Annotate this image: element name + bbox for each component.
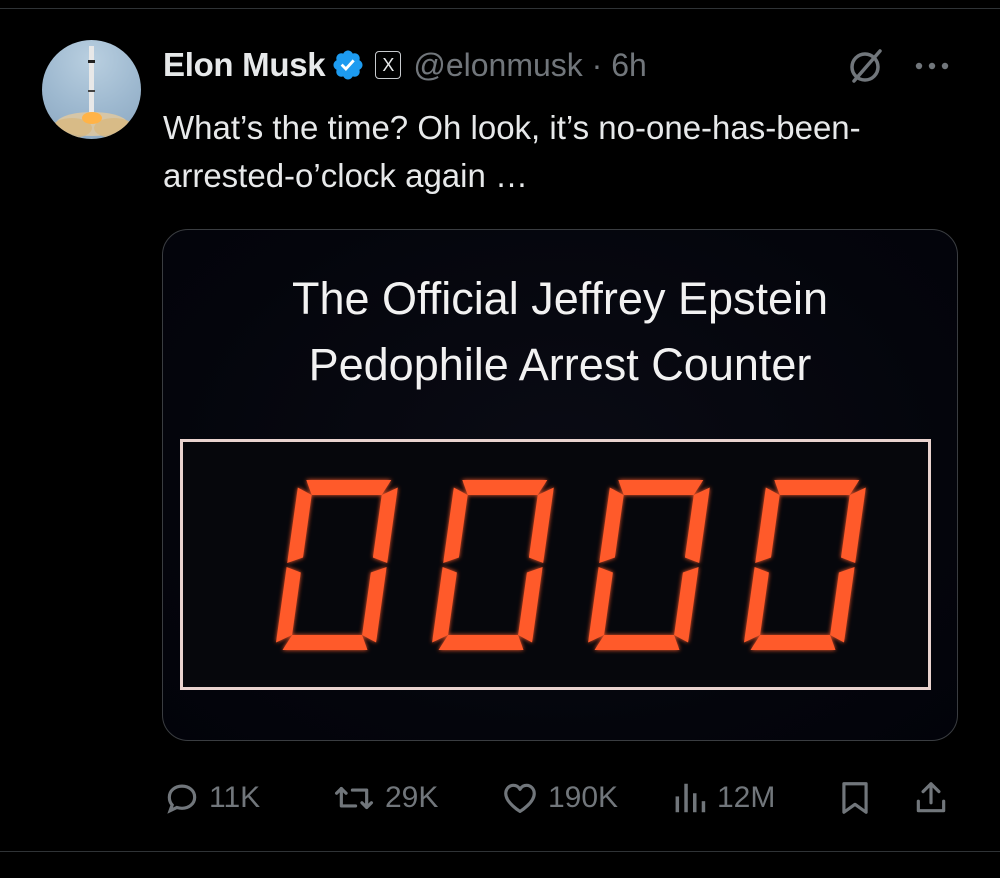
digit-1-segment-b <box>372 487 398 563</box>
tweet-media-image[interactable]: The Official Jeffrey Epstein Pedophile A… <box>162 229 958 741</box>
rocket-launch-image <box>52 46 134 138</box>
digit-3-segment-d <box>594 635 680 650</box>
seven-segment-digits <box>276 480 866 650</box>
top-divider <box>0 8 1000 9</box>
tweet-text: What’s the time? Oh look, it’s no-one-ha… <box>163 109 861 194</box>
action-bar: 11K 29K 190K 12M <box>0 770 1000 826</box>
digit-2-segment-f <box>443 487 468 563</box>
repost-button[interactable]: 29K <box>331 770 438 826</box>
digit-3-segment-b <box>684 487 710 563</box>
like-icon <box>504 783 536 814</box>
verified-badge-icon <box>333 50 363 80</box>
handle-and-time[interactable]: @elonmusk · 6h <box>413 47 646 84</box>
like-count: 190K <box>548 781 619 814</box>
digit-3-segment-e <box>588 567 613 643</box>
bookmark-button[interactable] <box>836 770 874 826</box>
counter-display: 0000 <box>180 439 931 690</box>
digit-2-segment-e <box>432 567 457 643</box>
digit-1-segment-a <box>306 480 392 495</box>
digit-1-segment-d <box>282 635 368 650</box>
views-icon <box>675 783 706 813</box>
digit-4-segment-d <box>750 635 836 650</box>
digit-4-segment-a <box>774 480 860 495</box>
reply-count: 11K <box>209 781 261 814</box>
digit-2-segment-c <box>518 567 543 643</box>
reply-icon <box>167 784 197 814</box>
digit-4-segment-f <box>755 487 780 563</box>
repost-icon <box>335 786 373 810</box>
reply-button[interactable]: 11K <box>163 770 260 826</box>
digit-2-segment-d <box>438 635 524 650</box>
bookmark-icon <box>842 782 868 814</box>
digit-4-segment-e <box>744 567 769 643</box>
views-count: 12M <box>717 781 776 814</box>
digit-4-segment-b <box>841 487 866 563</box>
digit-2-segment-b <box>528 487 554 563</box>
counter-title: The Official Jeffrey Epstein Pedophile A… <box>291 273 829 390</box>
share-icon <box>916 782 946 813</box>
share-button[interactable] <box>912 770 950 826</box>
views-button[interactable]: 12M <box>671 770 775 826</box>
avatar[interactable] <box>42 40 141 139</box>
digit-3-segment-f <box>599 487 624 563</box>
digit-3-segment-a <box>618 480 704 495</box>
digit-2-segment-a <box>462 480 548 495</box>
x-affiliation-badge: X <box>375 51 402 79</box>
tweet-header: Elon Musk X @elonmusk · 6h <box>163 42 647 88</box>
author-name[interactable]: Elon Musk <box>163 46 326 84</box>
digit-3-segment-c <box>674 567 699 643</box>
digit-1-segment-f <box>287 487 312 563</box>
digit-1-segment-e <box>276 567 301 643</box>
repost-count: 29K <box>385 781 439 814</box>
like-button[interactable]: 190K <box>500 770 618 826</box>
bottom-divider <box>0 851 1000 852</box>
digit-1-segment-c <box>362 567 387 643</box>
grok-icon[interactable] <box>846 46 886 86</box>
more-options-icon[interactable] <box>912 56 952 76</box>
digit-4-segment-c <box>830 567 855 643</box>
